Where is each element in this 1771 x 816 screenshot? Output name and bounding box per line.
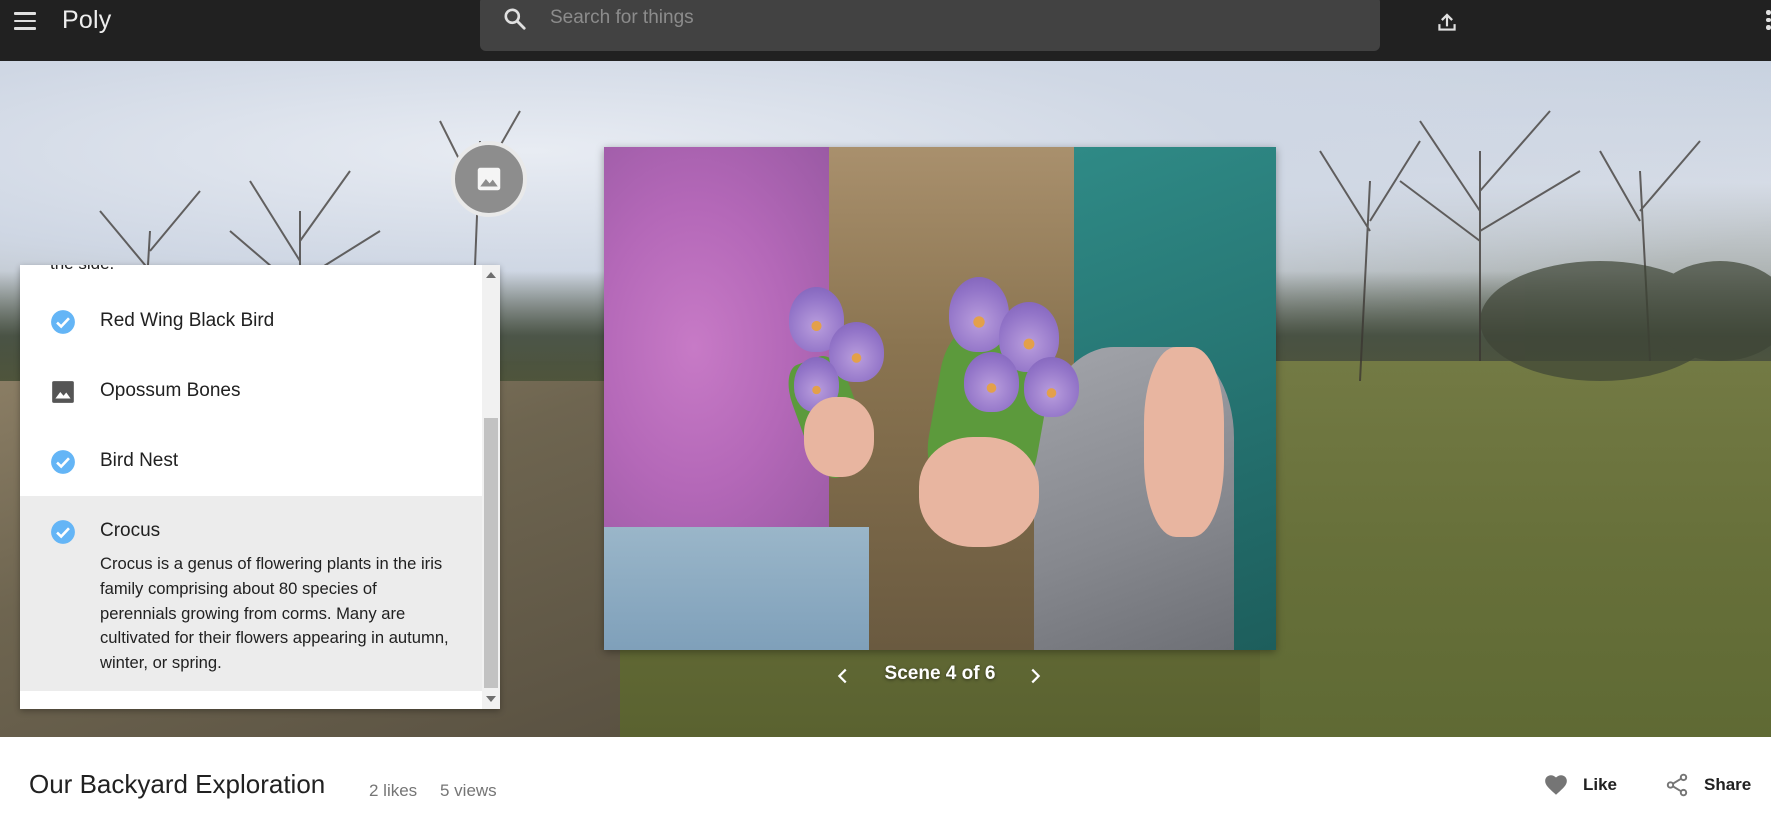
chevron-left-icon[interactable]	[832, 665, 854, 687]
page-title: Our Backyard Exploration	[29, 769, 326, 799]
image-icon	[52, 381, 74, 403]
scroll-down-arrow-icon[interactable]	[486, 696, 496, 702]
search-input[interactable]	[550, 2, 1330, 34]
search-bar[interactable]	[480, 0, 1380, 51]
clipped-description-text: the side.	[50, 265, 114, 274]
panorama-viewer[interactable]: Scene 4 of 6 the side. Red Wing Black Bi…	[0, 61, 1771, 737]
scene-item-red-wing-black-bird[interactable]: Red Wing Black Bird	[20, 286, 482, 356]
scene-item-description: Crocus is a genus of flowering plants in…	[100, 554, 449, 673]
scene-photo[interactable]	[604, 147, 1276, 650]
scene-list-panel: the side. Red Wing Black Bird Opossum Bo…	[20, 265, 500, 709]
check-circle-icon	[51, 450, 75, 474]
scene-item-label: Bird Nest	[100, 450, 179, 471]
views-count: 5 views	[440, 781, 497, 800]
panel-scrollbar[interactable]	[482, 265, 500, 709]
scene-counter: Scene 4 of 6	[884, 663, 996, 684]
search-icon[interactable]	[502, 6, 528, 32]
like-button[interactable]: Like	[1543, 769, 1617, 801]
scrollbar-thumb[interactable]	[484, 418, 498, 688]
image-icon	[477, 167, 501, 191]
chevron-right-icon[interactable]	[1024, 665, 1046, 687]
scene-list[interactable]: the side. Red Wing Black Bird Opossum Bo…	[20, 265, 482, 709]
more-vertical-icon[interactable]	[1762, 10, 1771, 36]
upload-icon[interactable]	[1434, 9, 1460, 35]
scene-indicator[interactable]	[451, 141, 527, 217]
app-logo[interactable]: Poly	[62, 6, 111, 35]
like-button-label: Like	[1583, 775, 1618, 794]
share-icon	[1666, 773, 1688, 797]
share-button[interactable]: Share	[1664, 769, 1751, 801]
heart-icon	[1545, 775, 1567, 795]
check-circle-icon	[51, 310, 75, 334]
scene-item-label: Red Wing Black Bird	[100, 310, 275, 331]
scene-item-opossum-bones[interactable]: Opossum Bones	[20, 356, 482, 426]
hamburger-menu-icon[interactable]	[14, 12, 36, 32]
scene-item-label: Opossum Bones	[100, 380, 241, 401]
scene-item-bird-nest[interactable]: Bird Nest	[20, 426, 482, 496]
scene-item-label: Crocus	[100, 520, 161, 541]
asset-info-bar: Our Backyard Exploration 2 likes 5 views…	[0, 737, 1771, 816]
check-circle-icon	[51, 520, 75, 544]
top-app-bar: Poly	[0, 0, 1771, 61]
scroll-up-arrow-icon[interactable]	[486, 272, 496, 278]
share-button-label: Share	[1704, 775, 1752, 794]
likes-count: 2 likes	[369, 781, 418, 800]
scene-item-crocus[interactable]: Crocus Crocus is a genus of flowering pl…	[20, 496, 482, 691]
